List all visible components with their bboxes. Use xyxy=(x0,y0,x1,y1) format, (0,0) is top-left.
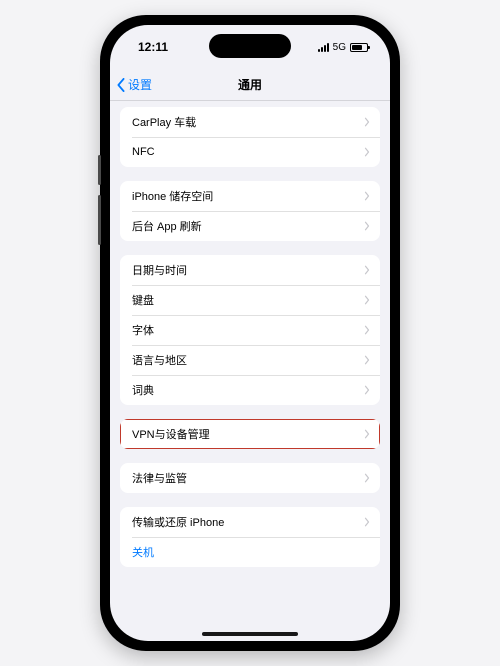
group-storage-refresh: iPhone 储存空间 后台 App 刷新 xyxy=(120,181,380,241)
back-label: 设置 xyxy=(128,76,152,93)
chevron-right-icon xyxy=(364,473,370,483)
row-shutdown[interactable]: 关机 xyxy=(120,537,380,567)
row-datetime[interactable]: 日期与时间 xyxy=(120,255,380,285)
row-background-refresh[interactable]: 后台 App 刷新 xyxy=(120,211,380,241)
chevron-right-icon xyxy=(364,147,370,157)
dynamic-island xyxy=(209,34,291,58)
row-label: 关机 xyxy=(132,544,154,560)
chevron-right-icon xyxy=(364,429,370,439)
phone-frame: 12:11 5G 设置 通用 CarPlay 车载 xyxy=(100,15,400,651)
nav-bar: 设置 通用 xyxy=(110,69,390,101)
group-vpn: VPN与设备管理 xyxy=(120,419,380,449)
group-carplay-nfc: CarPlay 车载 NFC xyxy=(120,107,380,167)
row-legal[interactable]: 法律与监管 xyxy=(120,463,380,493)
row-transfer-reset[interactable]: 传输或还原 iPhone xyxy=(120,507,380,537)
row-label: 语言与地区 xyxy=(132,352,187,368)
row-label: 日期与时间 xyxy=(132,262,187,278)
signal-icon xyxy=(318,43,329,52)
group-locale: 日期与时间 键盘 字体 语言与地区 xyxy=(120,255,380,405)
chevron-right-icon xyxy=(364,355,370,365)
page-title: 通用 xyxy=(238,76,262,93)
row-dictionary[interactable]: 词典 xyxy=(120,375,380,405)
chevron-right-icon xyxy=(364,117,370,127)
row-label: VPN与设备管理 xyxy=(132,426,210,442)
home-indicator xyxy=(202,632,298,636)
chevron-right-icon xyxy=(364,191,370,201)
group-transfer-shutdown: 传输或还原 iPhone 关机 xyxy=(120,507,380,567)
screen: 12:11 5G 设置 通用 CarPlay 车载 xyxy=(110,25,390,641)
chevron-right-icon xyxy=(364,517,370,527)
row-vpn-device-management[interactable]: VPN与设备管理 xyxy=(120,419,380,449)
chevron-right-icon xyxy=(364,295,370,305)
row-label: 传输或还原 iPhone xyxy=(132,514,224,530)
network-label: 5G xyxy=(333,42,346,53)
back-button[interactable]: 设置 xyxy=(116,76,152,93)
chevron-right-icon xyxy=(364,265,370,275)
row-label: CarPlay 车载 xyxy=(132,114,196,130)
row-label: 法律与监管 xyxy=(132,470,187,486)
row-language-region[interactable]: 语言与地区 xyxy=(120,345,380,375)
row-fonts[interactable]: 字体 xyxy=(120,315,380,345)
settings-list[interactable]: CarPlay 车载 NFC iPhone 储存空间 后台 App 刷新 xyxy=(110,101,390,641)
chevron-right-icon xyxy=(364,221,370,231)
chevron-right-icon xyxy=(364,385,370,395)
row-keyboard[interactable]: 键盘 xyxy=(120,285,380,315)
row-nfc[interactable]: NFC xyxy=(120,137,380,167)
row-storage[interactable]: iPhone 储存空间 xyxy=(120,181,380,211)
row-label: 键盘 xyxy=(132,292,154,308)
chevron-right-icon xyxy=(364,325,370,335)
chevron-left-icon xyxy=(116,78,126,92)
row-label: NFC xyxy=(132,146,155,158)
row-carplay[interactable]: CarPlay 车载 xyxy=(120,107,380,137)
row-label: 词典 xyxy=(132,382,154,398)
row-label: 字体 xyxy=(132,322,154,338)
group-legal: 法律与监管 xyxy=(120,463,380,493)
status-time: 12:11 xyxy=(138,40,168,54)
battery-icon xyxy=(350,43,368,52)
status-right: 5G xyxy=(318,42,368,53)
stage: 12:11 5G 设置 通用 CarPlay 车载 xyxy=(0,0,500,666)
row-label: 后台 App 刷新 xyxy=(132,218,202,234)
row-label: iPhone 储存空间 xyxy=(132,188,213,204)
